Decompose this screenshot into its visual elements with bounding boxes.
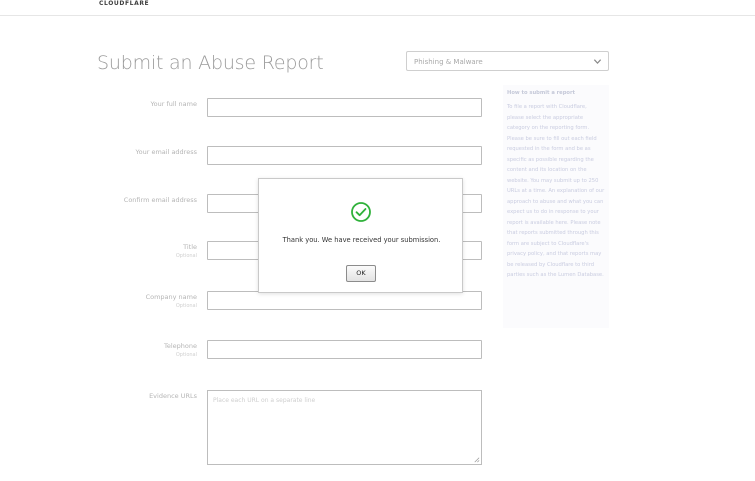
chevron-down-icon	[593, 59, 602, 65]
full-name-input[interactable]	[207, 98, 482, 117]
company-label: Company name	[145, 293, 197, 301]
company-input[interactable]	[207, 291, 482, 310]
company-optional-label: Optional	[175, 303, 197, 309]
telephone-input[interactable]	[207, 340, 482, 359]
page-title: Submit an Abuse Report	[97, 52, 324, 74]
evidence-urls-textarea[interactable]: Place each URL on a separate line	[207, 390, 482, 465]
how-to-submit-sidebar: How to submit a report To file a report …	[503, 85, 609, 328]
modal-message: Thank you. We have received your submiss…	[282, 236, 441, 244]
category-select[interactable]: Phishing & Malware	[406, 51, 609, 71]
sidebar-body: To file a report with Cloudflare, please…	[507, 104, 605, 278]
evidence-label: Evidence URLs	[149, 392, 197, 400]
telephone-optional-label: Optional	[175, 352, 197, 358]
sidebar-heading: How to submit a report	[507, 90, 576, 96]
category-selected-value: Phishing & Malware	[414, 58, 483, 66]
email-label: Your email address	[135, 148, 197, 156]
submission-confirmation-modal: Thank you. We have received your submiss…	[258, 178, 463, 293]
full-name-label: Your full name	[150, 100, 197, 108]
top-bar: CLOUDFLARE	[0, 0, 755, 16]
email-input[interactable]	[207, 146, 482, 165]
telephone-label: Telephone	[163, 342, 197, 350]
cloudflare-logo[interactable]: CLOUDFLARE	[99, 0, 149, 8]
evidence-placeholder: Place each URL on a separate line	[213, 397, 316, 404]
check-circle-icon	[351, 202, 371, 222]
title-optional-label: Optional	[175, 253, 197, 259]
title-label: Title	[183, 243, 197, 251]
ok-button[interactable]: OK	[346, 265, 376, 282]
confirm-email-label: Confirm email address	[123, 196, 197, 204]
resize-handle-icon[interactable]	[473, 456, 480, 463]
